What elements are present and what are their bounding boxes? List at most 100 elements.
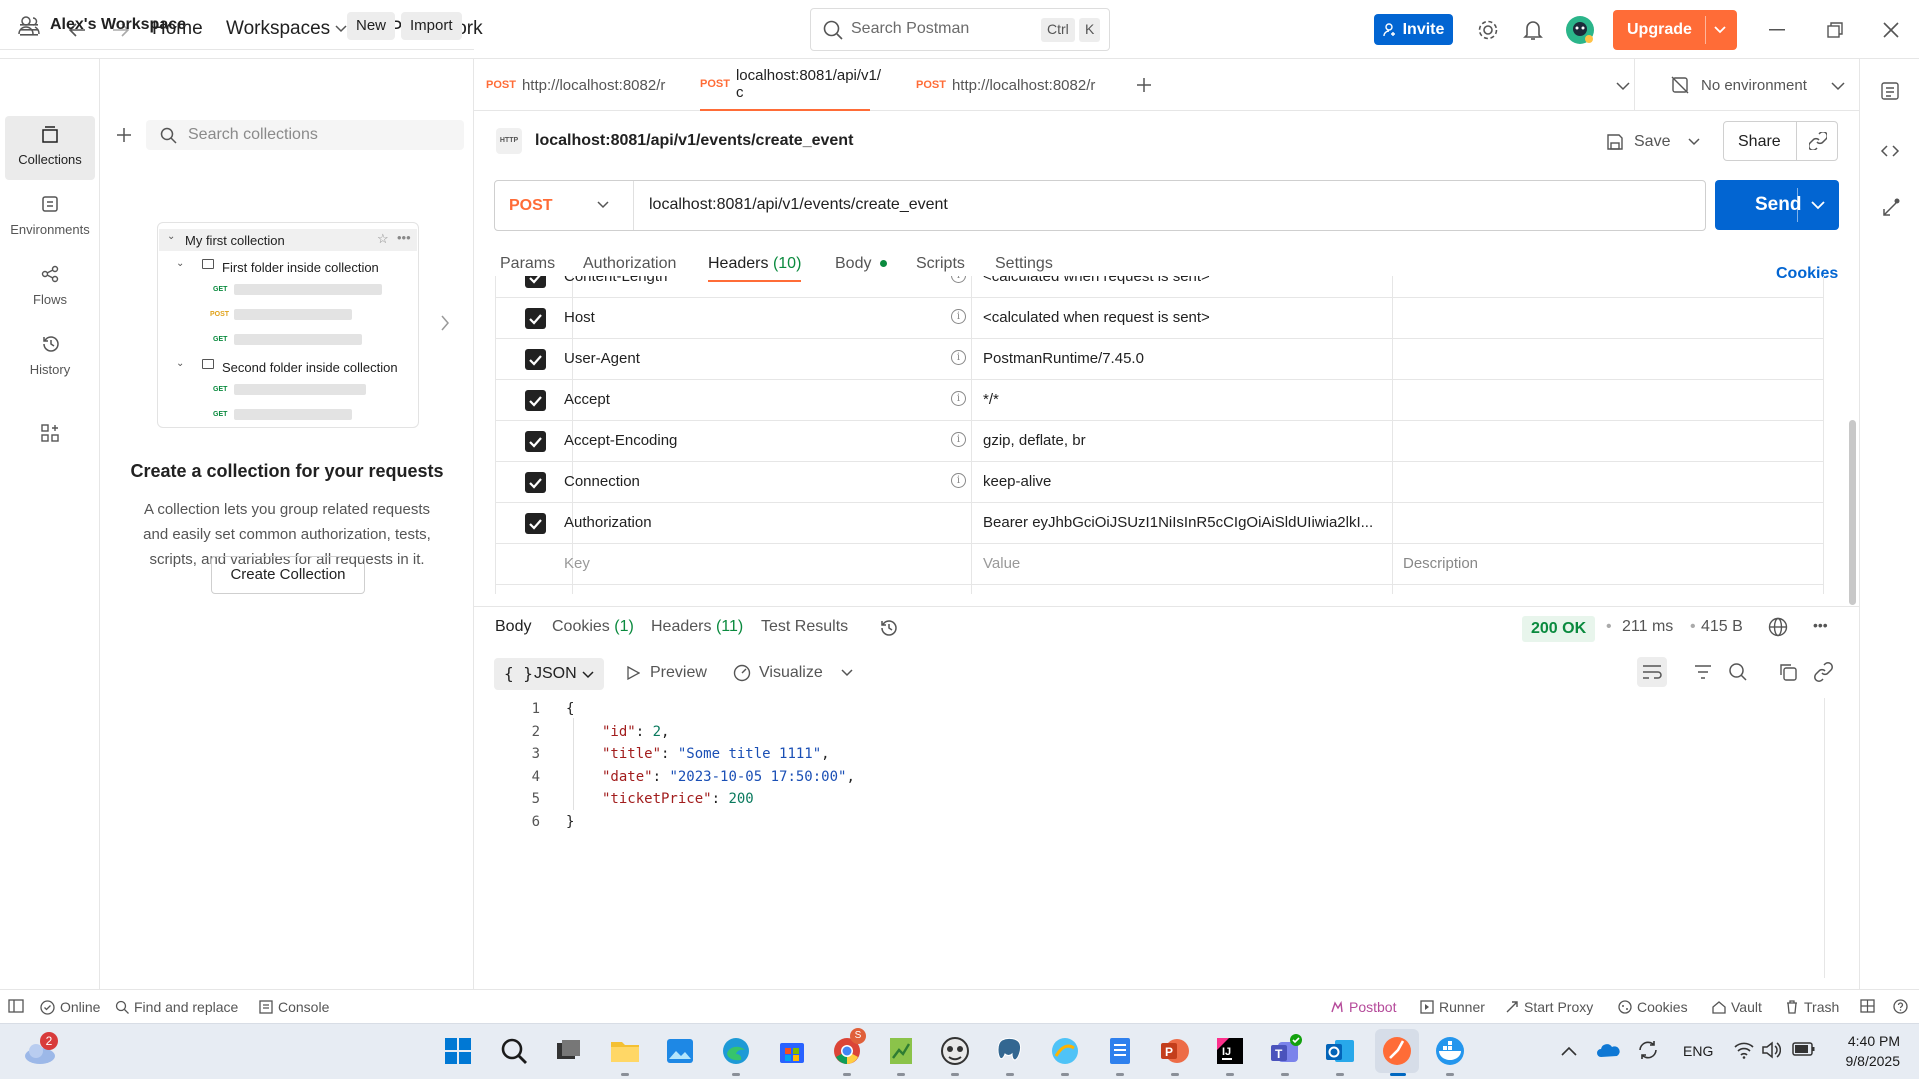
tabs-dropdown-chevron-icon[interactable] (1616, 81, 1630, 91)
new-button[interactable]: New (347, 12, 396, 40)
chevron-down-icon[interactable] (1713, 21, 1727, 39)
online-status[interactable]: Online (40, 999, 100, 1015)
volume-icon[interactable] (1761, 1040, 1781, 1060)
header-value[interactable]: <calculated when request is sent> (983, 309, 1210, 326)
find-replace[interactable]: Find and replace (115, 999, 238, 1015)
trash-button[interactable]: Trash (1785, 999, 1839, 1015)
chevron-down-icon[interactable] (841, 669, 853, 677)
header-value[interactable]: Bearer eyJhbGciOiJSUzI1NiIsInR5cCIgOiAiS… (983, 514, 1373, 531)
response-time[interactable]: 211 ms (1622, 618, 1673, 636)
microsoft-store-icon[interactable] (775, 1034, 809, 1068)
filter-icon[interactable] (1694, 664, 1712, 680)
tab-settings[interactable]: Settings (995, 255, 1053, 273)
value-placeholder[interactable]: Value (983, 555, 1020, 572)
request-tab[interactable]: POST http://localhost:8082/r (486, 59, 665, 111)
rail-environments[interactable]: Environments (5, 186, 95, 250)
sync-icon[interactable] (1637, 1039, 1659, 1061)
rail-flows[interactable]: Flows (5, 256, 95, 320)
url-input[interactable] (649, 196, 1549, 214)
method-selector[interactable]: POST (495, 181, 633, 230)
postman-taskbar-icon[interactable] (1375, 1029, 1419, 1073)
search-icon[interactable] (1728, 662, 1748, 682)
response-tab-body[interactable]: Body (495, 618, 531, 636)
response-size[interactable]: 415 B (1701, 618, 1743, 636)
response-tab-headers[interactable]: Headers (11) (651, 618, 743, 636)
photos-app-icon[interactable] (663, 1034, 697, 1068)
header-key[interactable]: Content-Length (564, 276, 667, 285)
chevron-down-icon[interactable] (1811, 201, 1825, 210)
request-name[interactable]: localhost:8081/api/v1/events/create_even… (535, 132, 853, 150)
response-tab-cookies[interactable]: Cookies (1) (552, 618, 634, 636)
header-key[interactable]: Authorization (564, 514, 652, 531)
postbot-button[interactable]: Postbot (1330, 999, 1396, 1015)
header-checkbox[interactable] (525, 349, 546, 370)
new-tab-plus-icon[interactable] (1136, 77, 1152, 93)
rail-collections[interactable]: Collections (5, 116, 95, 180)
intellij-idea-icon[interactable]: IJ (1213, 1034, 1247, 1068)
rail-configure[interactable] (5, 415, 95, 455)
user-avatar[interactable] (1565, 15, 1595, 45)
header-checkbox[interactable] (525, 276, 546, 288)
header-key[interactable]: Accept-Encoding (564, 432, 677, 449)
sidebar-toggle-icon[interactable] (8, 999, 24, 1013)
tab-authorization[interactable]: Authorization (583, 255, 676, 273)
header-value[interactable]: keep-alive (983, 473, 1051, 490)
runner-button[interactable]: Runner (1420, 999, 1485, 1015)
word-wrap-button[interactable] (1637, 657, 1667, 687)
info-icon[interactable]: i (951, 350, 966, 365)
code-snippet-icon[interactable] (1880, 141, 1900, 161)
tab-body[interactable]: Body (835, 255, 887, 273)
search-taskbar-icon[interactable] (497, 1034, 531, 1068)
header-key[interactable]: Connection (564, 473, 640, 490)
wifi-icon[interactable] (1734, 1041, 1754, 1059)
request-tab-active[interactable]: POST localhost:8081/api/v1/с (700, 59, 881, 111)
visualize-button[interactable]: Visualize (733, 664, 853, 682)
import-button[interactable]: Import (401, 12, 462, 40)
task-view-icon[interactable] (551, 1034, 585, 1068)
documentation-icon[interactable] (1880, 81, 1900, 101)
tab-params[interactable]: Params (500, 255, 555, 273)
invite-button[interactable]: Invite (1374, 14, 1453, 45)
link-icon[interactable] (1814, 662, 1834, 682)
link-icon[interactable] (1809, 132, 1827, 150)
vault-button[interactable]: Vault (1712, 999, 1762, 1015)
header-key[interactable]: Host (564, 309, 595, 326)
chevron-right-icon[interactable] (440, 315, 450, 331)
response-body-editor[interactable]: 1 2 3 4 5 6 { "id": 2, "title": "Some ti… (494, 698, 1824, 978)
info-icon[interactable]: i (951, 473, 966, 488)
powerpoint-icon[interactable]: P (1158, 1034, 1192, 1068)
layout-icon[interactable] (1860, 999, 1875, 1013)
window-minimize-icon[interactable] (1764, 17, 1790, 43)
environment-selector[interactable]: No environment (1634, 59, 1859, 111)
collections-search-input[interactable]: Search collections (146, 120, 464, 150)
header-checkbox[interactable] (525, 513, 546, 534)
window-close-icon[interactable] (1878, 17, 1904, 43)
notifications-bell-icon[interactable] (1520, 17, 1546, 43)
header-checkbox[interactable] (525, 390, 546, 411)
info-icon[interactable]: i (951, 276, 966, 283)
settings-gear-icon[interactable] (1475, 17, 1501, 43)
preview-button[interactable]: Preview (626, 664, 707, 682)
pane-divider[interactable] (474, 606, 1859, 607)
edge-browser-icon[interactable] (719, 1034, 753, 1068)
battery-icon[interactable] (1792, 1042, 1816, 1056)
chrome-browser-icon[interactable]: S (830, 1028, 866, 1068)
tab-scripts[interactable]: Scripts (916, 255, 965, 273)
header-key[interactable]: Accept (564, 391, 610, 408)
postgresql-icon[interactable] (993, 1034, 1027, 1068)
related-collections-icon[interactable] (1880, 197, 1902, 219)
show-hidden-icons-chevron[interactable] (1561, 1046, 1577, 1056)
header-value[interactable]: gzip, deflate, br (983, 432, 1086, 449)
clock-time[interactable]: 4:40 PM (1840, 1033, 1900, 1049)
info-icon[interactable]: i (951, 309, 966, 324)
description-placeholder[interactable]: Description (1403, 555, 1478, 572)
header-checkbox[interactable] (525, 472, 546, 493)
header-value[interactable]: <calculated when request is sent> (983, 276, 1210, 285)
onedrive-cloud-icon[interactable] (1597, 1042, 1621, 1058)
clock-date[interactable]: 9/8/2025 (1830, 1053, 1901, 1069)
header-key[interactable]: User-Agent (564, 350, 640, 367)
chevron-down-icon[interactable] (1688, 138, 1700, 146)
copy-icon[interactable] (1778, 662, 1798, 682)
more-options-icon[interactable]: ••• (1813, 617, 1828, 633)
notepad-icon[interactable] (1103, 1034, 1137, 1068)
